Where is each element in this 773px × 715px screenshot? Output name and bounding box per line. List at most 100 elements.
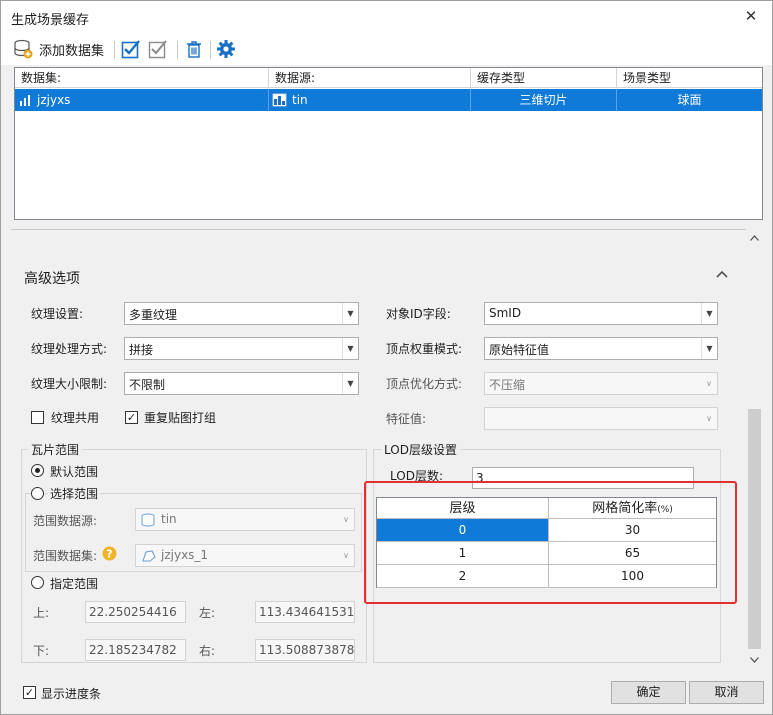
scroll-down-icon[interactable] xyxy=(750,657,759,663)
range-datasource-select[interactable]: tin ∨ xyxy=(135,508,355,531)
lod-level-cell[interactable]: 2 xyxy=(377,565,549,588)
help-icon[interactable]: ? xyxy=(102,546,117,561)
texture-setting-value: 多重纹理 xyxy=(129,308,178,322)
vertex-weight-select[interactable]: 原始特征值 ▼ xyxy=(484,337,718,360)
scrollbar-thumb[interactable] xyxy=(748,409,761,649)
rate-header-unit: (%) xyxy=(657,505,673,515)
vertex-opt-label: 顶点优化方式: xyxy=(386,377,463,391)
cancel-button[interactable]: 取消 xyxy=(689,681,764,704)
close-icon[interactable]: ✕ xyxy=(741,6,761,26)
scroll-up-icon[interactable] xyxy=(750,235,759,241)
vertex-weight-value: 原始特征值 xyxy=(489,343,550,357)
datasource-icon xyxy=(272,93,288,107)
delete-button[interactable] xyxy=(184,38,204,60)
texture-process-select[interactable]: 拼接 ▼ xyxy=(124,337,359,360)
gear-icon xyxy=(216,39,236,59)
feature-label: 特征值: xyxy=(386,412,427,426)
column-header-level[interactable]: 层级 xyxy=(377,498,549,519)
database-add-icon xyxy=(13,39,33,59)
datasource-cell: tin xyxy=(269,89,471,111)
texture-size-label: 纹理大小限制: xyxy=(31,377,108,391)
lod-count-input[interactable]: 3 xyxy=(472,467,694,489)
chevron-up-icon[interactable] xyxy=(716,270,728,278)
repeat-tile-checkbox[interactable]: ✓ xyxy=(125,411,138,424)
texture-process-label: 纹理处理方式: xyxy=(31,342,108,356)
ok-button[interactable]: 确定 xyxy=(611,681,686,704)
dialog-window: 生成场景缓存 ✕ 添加数据集 数据集: 数据源: 缓存类型 场景类型 jzjyx… xyxy=(0,0,773,715)
lod-level-cell[interactable]: 1 xyxy=(377,542,549,565)
texture-setting-select[interactable]: 多重纹理 ▼ xyxy=(124,302,359,325)
show-progress-checkbox[interactable]: ✓ xyxy=(23,686,36,699)
dataset-list[interactable]: 数据集: 数据源: 缓存类型 场景类型 jzjyxs tin 三维切片 球面 xyxy=(14,67,763,220)
select-all-button[interactable] xyxy=(121,38,141,60)
chart-bars-icon xyxy=(19,94,33,106)
range-dataset-label: 范围数据集: xyxy=(33,549,98,563)
datasource-icon xyxy=(140,513,156,527)
region-icon xyxy=(141,549,157,563)
column-header-datasource[interactable]: 数据源: xyxy=(269,68,471,88)
settings-button[interactable] xyxy=(216,38,236,60)
texture-size-select[interactable]: 不限制 ▼ xyxy=(124,372,359,395)
tile-range-title: 瓦片范围 xyxy=(28,441,83,458)
range-dataset-select[interactable]: jzjyxs_1 ∨ xyxy=(135,544,355,567)
column-header-cache-type[interactable]: 缓存类型 xyxy=(471,68,617,88)
chevron-down-icon: ∨ xyxy=(343,515,349,524)
checkbox-checked-icon xyxy=(121,39,141,59)
texture-share-checkbox[interactable] xyxy=(31,411,44,424)
select-range-label: 选择范围 xyxy=(48,485,101,502)
rate-header-text: 网格简化率 xyxy=(592,501,658,516)
object-id-select[interactable]: SmID ▼ xyxy=(484,302,718,325)
dropdown-arrow-icon: ▼ xyxy=(342,373,358,394)
column-header-dataset[interactable]: 数据集: xyxy=(15,68,269,88)
left-value-input[interactable]: 113.434641531 xyxy=(255,601,355,623)
range-datasource-label: 范围数据源: xyxy=(33,514,98,528)
object-id-value: SmID xyxy=(489,306,522,320)
bottom-value-input[interactable]: 22.185234782 xyxy=(85,639,186,661)
lod-count-label: LOD层数: xyxy=(390,469,443,483)
toolbar-separator xyxy=(114,41,115,59)
select-invert-button[interactable] xyxy=(148,38,168,60)
add-dataset-button[interactable]: 添加数据集 xyxy=(13,38,104,60)
panel-scrollbar[interactable] xyxy=(746,229,763,669)
lod-level-cell[interactable]: 0 xyxy=(377,519,549,542)
chevron-down-icon: ∨ xyxy=(343,551,349,560)
select-range-radio[interactable] xyxy=(31,487,44,500)
right-value-input[interactable]: 113.508873878 xyxy=(255,639,355,661)
column-header-scene-type[interactable]: 场景类型 xyxy=(617,68,762,88)
feature-select[interactable]: ∨ xyxy=(484,407,718,430)
lod-title: LOD层级设置 xyxy=(381,441,460,458)
right-label: 右: xyxy=(199,644,216,658)
advanced-section-title: 高级选项 xyxy=(24,271,80,287)
top-label: 上: xyxy=(33,606,50,620)
default-range-label: 默认范围 xyxy=(50,465,99,479)
trash-icon xyxy=(184,39,204,59)
dataset-name: jzjyxs xyxy=(37,93,71,107)
toolbar: 添加数据集 xyxy=(1,33,772,65)
left-label: 左: xyxy=(199,606,216,620)
dropdown-arrow-icon: ▼ xyxy=(701,303,717,324)
top-value-input[interactable]: 22.250254416 xyxy=(85,601,186,623)
custom-range-radio[interactable] xyxy=(31,576,44,589)
texture-setting-label: 纹理设置: xyxy=(31,307,84,321)
title-bar: 生成场景缓存 ✕ xyxy=(1,1,772,33)
vertex-weight-label: 顶点权重模式: xyxy=(386,342,463,356)
texture-size-value: 不限制 xyxy=(129,378,166,392)
show-progress-label: 显示进度条 xyxy=(41,687,102,701)
texture-process-value: 拼接 xyxy=(129,343,154,357)
range-datasource-value: tin xyxy=(161,512,177,526)
lod-rate-cell[interactable]: 65 xyxy=(549,542,716,565)
chevron-down-icon: ∨ xyxy=(706,379,712,388)
repeat-tile-label: 重复贴图打组 xyxy=(144,411,217,425)
lod-rate-cell[interactable]: 30 xyxy=(549,519,716,542)
toolbar-separator xyxy=(210,41,211,59)
dropdown-arrow-icon: ▼ xyxy=(342,338,358,359)
lod-rate-cell[interactable]: 100 xyxy=(549,565,716,588)
column-header-rate[interactable]: 网格简化率(%) xyxy=(549,498,716,519)
vertex-opt-value: 不压缩 xyxy=(489,378,526,392)
checkbox-outline-icon xyxy=(148,39,168,59)
default-range-radio[interactable] xyxy=(31,464,44,477)
table-row[interactable]: jzjyxs tin 三维切片 球面 xyxy=(15,89,762,111)
bottom-label: 下: xyxy=(33,644,50,658)
datasource-name: tin xyxy=(292,93,308,107)
vertex-opt-select[interactable]: 不压缩 ∨ xyxy=(484,372,718,395)
